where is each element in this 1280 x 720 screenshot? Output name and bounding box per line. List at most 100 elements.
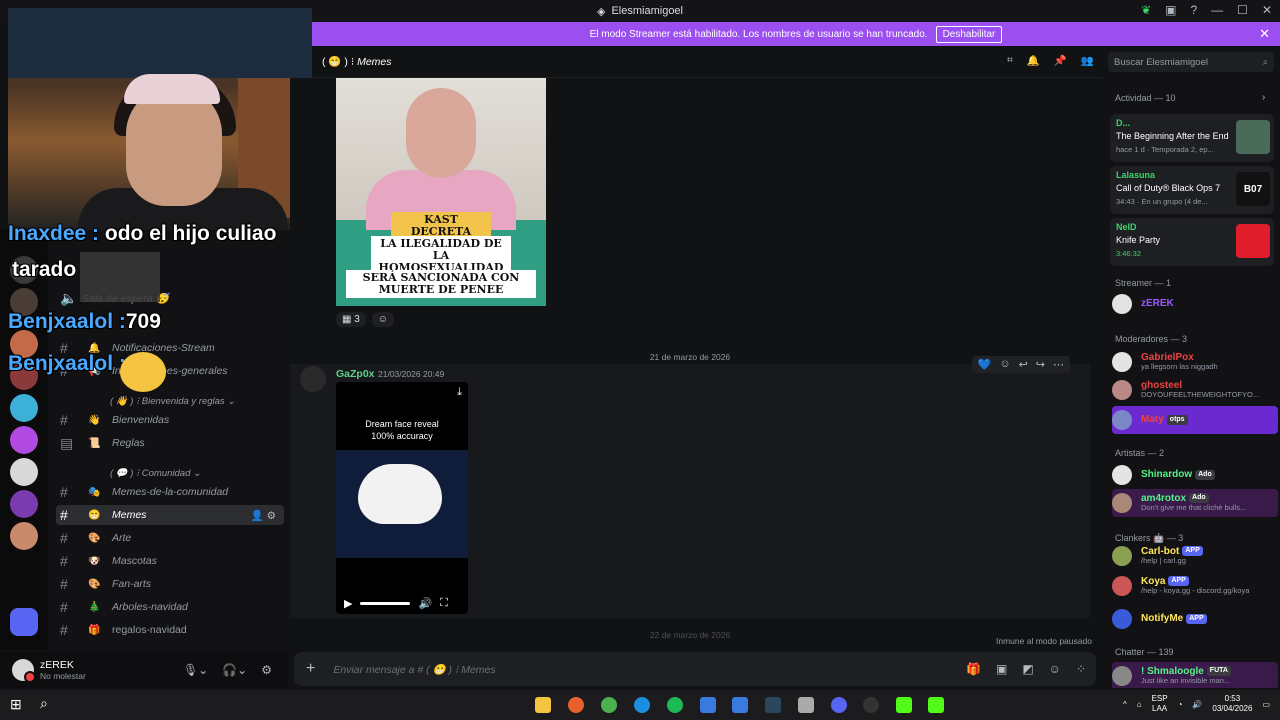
meme-image[interactable]: KAST DECRETA LA ILEGALIDAD DE LA HOMOSEX… xyxy=(336,78,546,306)
channel-reglas[interactable]: ▤ 📜 Reglas xyxy=(56,433,284,453)
channel-mascotas[interactable]: # 🐶 Mascotas xyxy=(56,551,284,571)
leaf-icon[interactable]: ❦ xyxy=(1141,3,1151,17)
minimize-button[interactable]: — xyxy=(1211,3,1223,17)
maximize-button[interactable]: ☐ xyxy=(1237,3,1248,17)
kick-icon[interactable] xyxy=(928,697,944,713)
obs-icon[interactable] xyxy=(863,697,879,713)
reaction-icon[interactable]: 💙 xyxy=(978,358,992,371)
member-item[interactable]: GabrielPox ya llegsorn las niggadh xyxy=(1112,348,1278,376)
channel-arboles-navidad[interactable]: # 🎄 Arboles-navidad xyxy=(56,597,284,617)
spotify-icon[interactable] xyxy=(667,697,683,713)
channel-memes[interactable]: # 😁 Memes 👤 ⚙ xyxy=(56,505,284,525)
message-author[interactable]: GaZp0x xyxy=(336,368,375,380)
member-item[interactable]: ! Shmaloogle FUTA Just like an invisible m… xyxy=(1112,662,1278,688)
gift-icon[interactable]: 🎁 xyxy=(966,662,981,676)
channel-bienvenidas[interactable]: # 👋 Bienvenidas xyxy=(56,410,284,430)
folder-icon[interactable] xyxy=(10,608,38,636)
app-icon[interactable] xyxy=(732,697,748,713)
channel-memes-de-la-comunidad[interactable]: # 🎭 Memes-de-la-comunidad xyxy=(56,482,284,502)
category-emoji: 👋 xyxy=(115,396,128,407)
message-input[interactable]: Enviar mensaje a # ( 😁 ) ⁝ Memes xyxy=(333,663,495,676)
gif-icon[interactable]: ▣ xyxy=(996,662,1007,676)
windows-start-icon[interactable]: ⊞ xyxy=(10,696,22,713)
member-item[interactable]: Maty otps xyxy=(1112,406,1278,434)
settings-gear-icon[interactable]: ⚙ xyxy=(261,663,272,677)
help-icon[interactable]: ? xyxy=(1190,3,1197,17)
member-item[interactable]: NotifyMe APP xyxy=(1112,605,1278,633)
file-explorer-icon[interactable] xyxy=(535,697,551,713)
app-icon[interactable] xyxy=(896,697,912,713)
server-icon[interactable] xyxy=(10,426,38,454)
calculator-icon[interactable] xyxy=(798,697,814,713)
activity-card[interactable]: D... The Beginning After the End hace 1 … xyxy=(1110,114,1274,162)
discord-taskbar-icon[interactable] xyxy=(831,697,847,713)
search-input[interactable]: Buscar Elesmiamigoel ⌕ xyxy=(1108,52,1274,72)
server-icon[interactable] xyxy=(10,394,38,422)
reaction-pill[interactable]: ▦ 3 xyxy=(336,312,366,327)
banner-text: El modo Streamer está habilitado. Los no… xyxy=(589,28,928,40)
search-icon[interactable]: ⌕ xyxy=(40,695,48,712)
member-item[interactable]: zEREK xyxy=(1112,290,1278,318)
firefox-icon[interactable] xyxy=(568,697,584,713)
fullscreen-icon[interactable]: ⛶ xyxy=(440,597,448,610)
network-icon[interactable]: ⌂ xyxy=(1137,700,1142,709)
video-player[interactable]: ⤓ Dream face reveal 100% accuracy ▶ 🔊 ⛶ xyxy=(336,382,468,614)
headphones-icon[interactable]: 🎧⌄ xyxy=(222,663,247,677)
download-icon[interactable]: ⤓ xyxy=(457,386,462,399)
notification-icon[interactable]: ▭ xyxy=(1262,700,1270,709)
close-window-button[interactable]: ✕ xyxy=(1262,3,1272,17)
emoji-picker-icon[interactable]: ☺ xyxy=(1049,662,1061,676)
lang-code: ESP xyxy=(1151,694,1168,703)
add-reaction-icon[interactable]: ☺ xyxy=(371,312,395,327)
chevron-right-icon[interactable]: › xyxy=(1262,92,1265,103)
channel-fan-arts[interactable]: # 🎨 Fan-arts xyxy=(56,574,284,594)
play-icon[interactable]: ▶ xyxy=(344,597,352,610)
tray-chevron-icon[interactable]: ^ xyxy=(1123,700,1127,709)
microphone-icon[interactable]: 🎙⌄ xyxy=(183,663,208,677)
volume-icon[interactable]: 🔊 xyxy=(1192,700,1202,709)
channel-settings-icon[interactable]: 👤 ⚙ xyxy=(251,509,276,522)
chrome-icon[interactable] xyxy=(601,697,617,713)
server-icon[interactable] xyxy=(10,522,38,550)
reply-icon[interactable]: ↩ xyxy=(1019,358,1028,371)
edge-icon[interactable] xyxy=(634,697,650,713)
member-tag: Ado xyxy=(1195,469,1215,480)
category-bienvenida[interactable]: ( 👋 ) ⁝ Bienvenida y reglas ⌄ xyxy=(110,396,235,407)
channel-regalos-navidad[interactable]: # 🎁 regalos-navidad xyxy=(56,620,284,640)
attach-plus-icon[interactable]: + xyxy=(306,660,315,678)
server-icon[interactable] xyxy=(10,458,38,486)
avatar[interactable] xyxy=(12,659,36,683)
more-icon[interactable]: ⋯ xyxy=(1053,358,1064,371)
language-indicator[interactable]: ESP LAA xyxy=(1152,694,1168,714)
disable-streamer-button[interactable]: Deshabilitar xyxy=(935,25,1003,43)
overlay-chat-line: tarado xyxy=(12,258,76,282)
category-comunidad[interactable]: ( 💬 ) ⁝ Comunidad ⌄ xyxy=(110,468,201,479)
volume-slider[interactable] xyxy=(360,601,411,605)
pin-icon[interactable]: 📌 xyxy=(1054,54,1067,67)
member-item[interactable]: am4rotox Ado Don't give me that cliché bul… xyxy=(1112,489,1278,517)
volume-icon[interactable]: 🔊 xyxy=(418,597,432,610)
activity-card[interactable]: NelD Knife Party 3:46:32 xyxy=(1110,218,1274,266)
steam-icon[interactable] xyxy=(765,697,781,713)
webcam-background xyxy=(8,8,312,78)
wifi-icon[interactable]: ◔ xyxy=(1178,700,1183,709)
forward-icon[interactable]: ↪ xyxy=(1036,358,1045,371)
bell-icon[interactable]: 🔔 xyxy=(1027,54,1040,67)
members-icon[interactable]: 👥 xyxy=(1081,54,1094,67)
emoji-icon[interactable]: ☺ xyxy=(999,358,1010,371)
clock[interactable]: 0:53 03/04/2026 xyxy=(1212,694,1252,714)
close-banner-icon[interactable]: ✕ xyxy=(1259,26,1270,42)
member-item[interactable]: ghosteel DOYOUFEELTHEWEIGHTOFYO... xyxy=(1112,376,1278,404)
member-item[interactable]: Shinardow Ado xyxy=(1112,461,1278,489)
server-icon[interactable] xyxy=(10,490,38,518)
activity-card[interactable]: Lalasuna Call of Duty® Black Ops 7 34:43… xyxy=(1110,166,1274,214)
inbox-icon[interactable]: ▣ xyxy=(1165,3,1176,17)
apps-icon[interactable]: ⁘ xyxy=(1076,662,1086,676)
app-icon[interactable] xyxy=(700,697,716,713)
sticker-icon[interactable]: ◩ xyxy=(1022,662,1033,676)
threads-icon[interactable]: ⌗ xyxy=(1007,54,1013,67)
avatar[interactable] xyxy=(300,366,326,392)
member-item[interactable]: Koya APP/help - koya.gg - discord.gg/koya xyxy=(1112,572,1278,600)
channel-arte[interactable]: # 🎨 Arte xyxy=(56,528,284,548)
member-item[interactable]: Carl-bot APP/help | carl.gg xyxy=(1112,542,1278,570)
